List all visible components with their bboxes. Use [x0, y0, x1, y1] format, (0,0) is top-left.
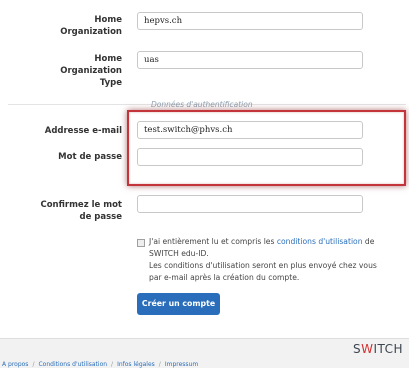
home-organization-type-input[interactable]: uas	[137, 51, 363, 69]
footer-divider	[0, 338, 409, 339]
terms-checkbox[interactable]	[137, 239, 145, 247]
terms-link[interactable]: conditions d'utilisation	[277, 237, 363, 246]
highlight-box	[127, 110, 406, 186]
registration-form-card: Home Organization hepvs.ch Home Organiza…	[0, 0, 409, 338]
home-organization-type-value: uas	[144, 55, 159, 65]
home-organization-type-label: Home Organization Type	[40, 53, 122, 89]
footer-link-impressum[interactable]: Impressum	[165, 361, 198, 368]
confirm-password-label-line2: de passe	[79, 212, 122, 222]
email-label: Addresse e-mail	[44, 126, 122, 136]
home-organization-input[interactable]: hepvs.ch	[137, 12, 363, 30]
footer-link-legal[interactable]: Infos légales	[117, 361, 155, 368]
home-organization-label: Home Organization	[40, 14, 122, 38]
home-organization-label-line2: Organization	[60, 27, 122, 37]
footer-separator: /	[111, 361, 114, 368]
logo-part-2: ITCH	[373, 342, 404, 356]
logo-part-1: S	[353, 342, 362, 356]
terms-text: J'ai entièrement lu et compris les condi…	[149, 236, 379, 284]
home-organization-type-label-line1: Home	[94, 54, 122, 64]
home-organization-type-label-line2: Organization	[60, 66, 122, 76]
confirm-password-label: Confirmez le mot de passe	[30, 199, 122, 223]
confirm-password-input[interactable]	[137, 195, 363, 213]
footer-separator: /	[32, 361, 35, 368]
password-label: Mot de passe	[58, 152, 122, 162]
home-organization-type-label-line3: Type	[99, 78, 122, 88]
terms-prefix: J'ai entièrement lu et compris les	[149, 237, 277, 246]
create-account-button[interactable]: Créer un compte	[137, 293, 220, 315]
terms-note: Les conditions d'utilisation seront en p…	[149, 261, 377, 282]
footer-separator: /	[158, 361, 161, 368]
footer-link-terms[interactable]: Conditions d'utilisation	[38, 361, 107, 368]
section-title: Données d'authentification	[151, 100, 253, 109]
footer-links: A propos / Conditions d'utilisation / Infos …	[2, 361, 198, 368]
switch-logo: SWITCH	[353, 342, 403, 356]
home-organization-value: hepvs.ch	[144, 16, 183, 26]
logo-mark: W	[361, 342, 374, 356]
footer-link-about[interactable]: A propos	[2, 361, 28, 368]
home-organization-label-line1: Home	[94, 15, 122, 25]
confirm-password-label-line1: Confirmez le mot	[40, 200, 122, 210]
